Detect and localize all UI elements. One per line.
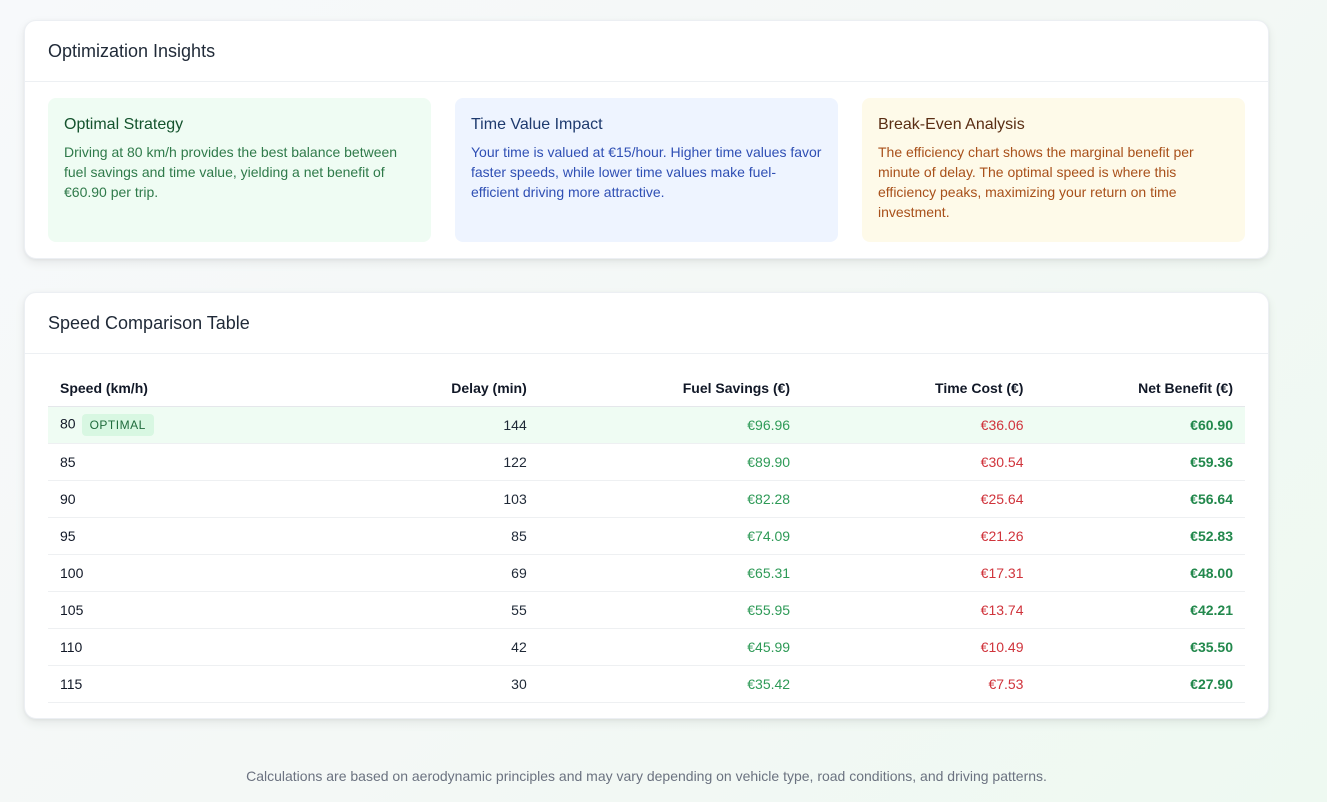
insights-title: Optimization Insights	[48, 40, 216, 61]
optimal-strategy-box: Optimal Strategy Driving at 80 km/h prov…	[48, 98, 431, 242]
cell-delay: 144	[335, 406, 539, 444]
cell-time-cost: €7.53	[802, 665, 1036, 703]
speed-value: 115	[60, 675, 83, 692]
cell-delay: 122	[335, 443, 539, 481]
cell-speed: 115	[48, 665, 336, 703]
table-row: 115 30 €35.42 €7.53 €27.90	[48, 665, 1245, 703]
speed-value: 80	[60, 415, 76, 432]
footer-note: Calculations are based on aerodynamic pr…	[246, 768, 1047, 784]
time-value-impact-text: Your time is valued at €15/hour. Higher …	[471, 144, 822, 200]
cell-time-cost: €30.54	[802, 443, 1036, 481]
break-even-analysis-box: Break-Even Analysis The efficiency chart…	[862, 98, 1245, 242]
cell-fuel-savings: €74.09	[538, 517, 803, 555]
speed-comparison-table: Speed (km/h) Delay (min) Fuel Savings (€…	[48, 370, 1245, 703]
cell-net-benefit: €48.00	[1035, 554, 1245, 592]
cell-fuel-savings: €55.95	[538, 591, 803, 629]
cell-delay: 55	[335, 591, 539, 629]
cell-fuel-savings: €82.28	[538, 480, 803, 518]
optimal-strategy-text: Driving at 80 km/h provides the best bal…	[64, 144, 398, 200]
cell-time-cost: €21.26	[802, 517, 1036, 555]
optimal-badge: OPTIMAL	[81, 413, 154, 436]
cell-fuel-savings: €65.31	[538, 554, 803, 592]
table-body: 80 OPTIMAL 144 €96.96 €36.06 €60.90 85 122 €89.9…	[48, 406, 1245, 703]
speed-value: 85	[60, 453, 76, 470]
cell-speed: 110	[48, 628, 336, 666]
speed-value: 110	[60, 638, 83, 655]
cell-delay: 42	[335, 628, 539, 666]
time-value-impact-box: Time Value Impact Your time is valued at…	[455, 98, 838, 242]
cell-fuel-savings: €45.99	[538, 628, 803, 666]
speed-value: 105	[60, 601, 84, 618]
cell-net-benefit: €59.36	[1035, 443, 1245, 481]
cell-time-cost: €13.74	[802, 591, 1036, 629]
column-header-net-benefit: Net Benefit (€)	[1035, 370, 1245, 407]
cell-net-benefit: €35.50	[1035, 628, 1245, 666]
table-row: 100 69 €65.31 €17.31 €48.00	[48, 554, 1245, 592]
cell-speed: 80 OPTIMAL	[48, 406, 336, 444]
cell-net-benefit: €27.90	[1035, 665, 1245, 703]
speed-comparison-title: Speed Comparison Table	[48, 312, 250, 333]
cell-net-benefit: €52.83	[1035, 517, 1245, 555]
speed-value: 95	[60, 527, 76, 544]
column-header-time-cost: Time Cost (€)	[802, 370, 1036, 407]
speed-comparison-card: Speed Comparison Table Speed (km/h) Dela…	[24, 292, 1269, 719]
table-row: 105 55 €55.95 €13.74 €42.21	[48, 591, 1245, 629]
break-even-analysis-text: The efficiency chart shows the marginal …	[878, 144, 1194, 220]
cell-speed: 90	[48, 480, 336, 518]
cell-speed: 95	[48, 517, 336, 555]
table-row: 90 103 €82.28 €25.64 €56.64	[48, 480, 1245, 518]
cell-delay: 103	[335, 480, 539, 518]
cell-time-cost: €25.64	[802, 480, 1036, 518]
speed-value: 90	[60, 490, 76, 507]
speed-comparison-table-wrap: Speed (km/h) Delay (min) Fuel Savings (€…	[48, 370, 1245, 703]
cell-net-benefit: €56.64	[1035, 480, 1245, 518]
table-row: 95 85 €74.09 €21.26 €52.83	[48, 517, 1245, 555]
column-header-delay: Delay (min)	[335, 370, 539, 407]
cell-time-cost: €17.31	[802, 554, 1036, 592]
cell-net-benefit: €42.21	[1035, 591, 1245, 629]
cell-time-cost: €10.49	[802, 628, 1036, 666]
time-value-impact-title: Time Value Impact	[471, 116, 603, 133]
insights-card-header: Optimization Insights	[25, 21, 1268, 82]
column-header-fuel-savings: Fuel Savings (€)	[538, 370, 803, 407]
column-header-speed: Speed (km/h)	[48, 370, 336, 407]
cell-fuel-savings: €35.42	[538, 665, 803, 703]
table-row: 85 122 €89.90 €30.54 €59.36	[48, 443, 1245, 481]
optimal-strategy-title: Optimal Strategy	[64, 116, 184, 133]
cell-fuel-savings: €96.96	[538, 406, 803, 444]
table-row-optimal: 80 OPTIMAL 144 €96.96 €36.06 €60.90	[48, 406, 1245, 444]
cell-fuel-savings: €89.90	[538, 443, 803, 481]
speed-value: 100	[60, 564, 84, 581]
table-header-row: Speed (km/h) Delay (min) Fuel Savings (€…	[48, 370, 1245, 407]
break-even-analysis-title: Break-Even Analysis	[878, 116, 1025, 133]
table-card-header: Speed Comparison Table	[25, 293, 1268, 354]
table-row: 110 42 €45.99 €10.49 €35.50	[48, 628, 1245, 666]
cell-speed: 100	[48, 554, 336, 592]
cell-speed: 85	[48, 443, 336, 481]
cell-speed: 105	[48, 591, 336, 629]
cell-delay: 30	[335, 665, 539, 703]
cell-net-benefit: €60.90	[1035, 406, 1245, 444]
cell-delay: 85	[335, 517, 539, 555]
cell-time-cost: €36.06	[802, 406, 1036, 444]
optimization-insights-card: Optimization Insights Optimal Strategy D…	[24, 20, 1269, 259]
cell-delay: 69	[335, 554, 539, 592]
insights-row: Optimal Strategy Driving at 80 km/h prov…	[48, 98, 1245, 242]
